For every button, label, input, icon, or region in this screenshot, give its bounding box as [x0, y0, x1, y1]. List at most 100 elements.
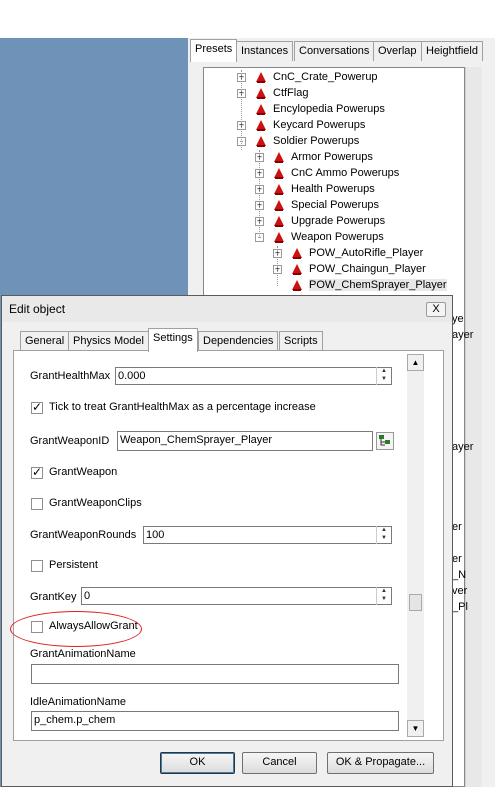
tree-guide-line	[259, 150, 260, 238]
settings-scrollbar[interactable]: ▲ ▼	[407, 354, 424, 737]
tree-item[interactable]: + Health Powerups	[255, 182, 460, 198]
tree-item[interactable]: + Special Powerups	[255, 198, 460, 214]
scroll-down-icon[interactable]: ▼	[407, 720, 424, 737]
check-icon: ✓	[32, 465, 43, 479]
tree-item-label: POW_AutoRifle_Player	[309, 247, 424, 259]
tree-item[interactable]: - Weapon Powerups	[255, 230, 460, 246]
grant-key-field[interactable]: 0	[81, 587, 392, 605]
tree-item[interactable]: Encylopedia Powerups	[237, 102, 460, 118]
tree-item-label: Keycard Powerups	[273, 119, 366, 131]
ok-propagate-button[interactable]: OK & Propagate...	[327, 752, 434, 774]
tab-instances[interactable]: Instances	[236, 41, 294, 61]
grant-weapon-rounds-stepper[interactable]: ▲ ▼	[376, 526, 391, 544]
grant-weapon-id-field[interactable]: Weapon_ChemSprayer_Player	[117, 431, 373, 451]
tree-guide-line	[277, 246, 278, 286]
powerup-icon	[255, 71, 267, 84]
tree-item[interactable]: + Keycard Powerups	[237, 118, 460, 134]
grant-weapon-checkbox[interactable]: ✓	[31, 465, 43, 479]
tree-item-label: Armor Powerups	[291, 151, 373, 163]
grant-health-max-stepper[interactable]: ▲ ▼	[376, 367, 391, 385]
powerup-icon	[291, 279, 303, 292]
tree-item-label: POW_ChemSprayer_Player	[309, 279, 447, 291]
pct-increase-checkbox[interactable]: ✓	[31, 400, 43, 414]
powerup-icon	[273, 215, 285, 228]
tree-item[interactable]: + CtfFlag	[237, 86, 460, 102]
close-icon[interactable]: X	[426, 302, 446, 317]
pct-increase-label: Tick to treat GrantHealthMax as a percen…	[49, 401, 316, 413]
powerup-icon	[273, 183, 285, 196]
tree-item-label: Encylopedia Powerups	[273, 103, 385, 115]
tree-item[interactable]: + POW_AutoRifle_Player	[273, 246, 460, 262]
powerup-icon	[273, 167, 285, 180]
peek-text: _N	[452, 569, 467, 581]
powerup-icon	[291, 263, 303, 276]
tab-heightfield[interactable]: Heightfield	[421, 41, 483, 61]
tree-item-label: Special Powerups	[291, 199, 380, 211]
peek-text: _Pl	[452, 601, 468, 613]
grant-weapon-clips-checkbox[interactable]	[31, 498, 43, 510]
tree-item[interactable]: + CnC Ammo Powerups	[255, 166, 460, 182]
powerup-icon	[273, 231, 285, 244]
tree-item-label: CnC Ammo Powerups	[291, 167, 400, 179]
tab-overlap[interactable]: Overlap	[373, 41, 422, 61]
peek-text: er	[452, 553, 462, 565]
ok-button[interactable]: OK	[160, 752, 235, 774]
powerup-icon	[255, 119, 267, 132]
dialog-tab-scripts[interactable]: Scripts	[279, 331, 323, 351]
tab-conversations[interactable]: Conversations	[294, 41, 375, 61]
grant-weapon-clips-label: GrantWeaponClips	[49, 497, 142, 509]
tree-item-label: Health Powerups	[291, 183, 375, 195]
persistent-checkbox[interactable]	[31, 560, 43, 572]
grant-key-label: GrantKey	[30, 591, 77, 603]
dialog-titlebar[interactable]: Edit object X	[2, 296, 452, 322]
persistent-label: Persistent	[49, 559, 98, 571]
peek-text: er	[452, 521, 462, 533]
tab-presets[interactable]: Presets	[190, 39, 238, 62]
powerup-icon	[291, 247, 303, 260]
tree-item-label: CnC_Crate_Powerup	[273, 71, 378, 83]
cancel-button[interactable]: Cancel	[242, 752, 317, 774]
idle-animation-name-field[interactable]: p_chem.p_chem	[31, 711, 399, 731]
preset-picker-icon[interactable]	[376, 432, 394, 450]
powerup-icon	[255, 135, 267, 148]
tree-item-label: Soldier Powerups	[273, 135, 360, 147]
tree-item-label: Weapon Powerups	[291, 231, 384, 243]
grant-weapon-rounds-label: GrantWeaponRounds	[30, 529, 137, 541]
peek-text: ayer	[452, 329, 474, 341]
tree-item[interactable]: POW_ChemSprayer_Player	[273, 278, 460, 294]
tree-scrollbar[interactable]	[465, 67, 482, 787]
grant-weapon-rounds-field[interactable]: 100	[143, 526, 392, 544]
tree-item[interactable]: - Soldier Powerups	[237, 134, 460, 150]
idle-animation-name-label: IdleAnimationName	[30, 696, 126, 708]
peek-text: ver	[452, 585, 468, 597]
powerup-icon	[273, 199, 285, 212]
grant-animation-name-field[interactable]	[31, 664, 399, 684]
tree-item[interactable]: + Armor Powerups	[255, 150, 460, 166]
dialog-tab-settings[interactable]: Settings	[148, 328, 198, 352]
grant-health-max-label: GrantHealthMax	[30, 370, 111, 382]
dialog-tab-general[interactable]: General	[20, 331, 70, 351]
scroll-thumb[interactable]	[409, 594, 422, 611]
top-strip	[0, 0, 495, 38]
powerup-icon	[255, 87, 267, 100]
powerup-icon	[255, 103, 267, 116]
tree-item-label: CtfFlag	[273, 87, 309, 99]
check-icon: ✓	[32, 400, 43, 414]
grant-health-max-field[interactable]: 0.000	[115, 367, 392, 385]
tree-guide-line	[241, 70, 242, 150]
settings-panel: GrantHealthMax 0.000 ▲ ▼ ✓ Tick to treat …	[13, 350, 444, 741]
tree-item-label: Upgrade Powerups	[291, 215, 386, 227]
tree-item[interactable]: + CnC_Crate_Powerup	[237, 70, 460, 86]
grant-key-stepper[interactable]: ▲ ▼	[376, 587, 391, 605]
tree-item[interactable]: + Upgrade Powerups	[255, 214, 460, 230]
dialog-tab-physics-model[interactable]: Physics Model	[68, 331, 149, 351]
peek-text: ayer	[452, 441, 474, 453]
tree-item[interactable]: + POW_Chaingun_Player	[273, 262, 460, 278]
scroll-up-icon[interactable]: ▲	[407, 354, 424, 371]
dialog-tab-dependencies[interactable]: Dependencies	[198, 331, 279, 351]
annotation-circle	[10, 611, 142, 647]
peek-text: ye	[452, 313, 464, 325]
grant-weapon-label: GrantWeapon	[49, 466, 118, 478]
tree-item-label: POW_Chaingun_Player	[309, 263, 426, 275]
dialog-title: Edit object	[9, 302, 66, 316]
